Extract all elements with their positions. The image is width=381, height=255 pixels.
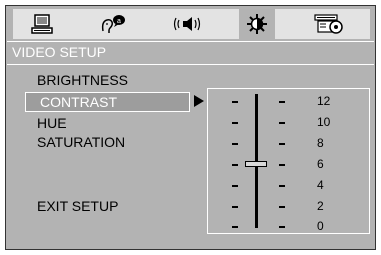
tick-right-0 <box>279 101 285 103</box>
selection-arrow-icon <box>194 95 204 107</box>
tick-left-1 <box>232 122 238 124</box>
tick-right-5 <box>279 206 285 208</box>
tick-left-0 <box>232 101 238 103</box>
tick-label-6: 0 <box>317 219 324 233</box>
tick-right-3 <box>279 164 285 166</box>
tab-monitor[interactable] <box>26 9 58 39</box>
monitor-icon <box>31 14 53 34</box>
tabbar-divider <box>7 41 374 42</box>
tick-label-2: 8 <box>317 136 324 150</box>
preferences-icon <box>314 14 343 34</box>
tick-left-5 <box>232 206 238 208</box>
tick-left-4 <box>232 185 238 187</box>
tick-right-1 <box>279 122 285 124</box>
slider-thumb[interactable] <box>245 160 267 167</box>
title-divider <box>7 64 374 65</box>
tick-right-6 <box>279 226 285 228</box>
video-brightness-icon <box>247 14 267 34</box>
menu-item-exit-setup[interactable]: EXIT SETUP <box>37 198 118 214</box>
tick-label-1: 10 <box>317 115 331 129</box>
menu-item-hue[interactable]: HUE <box>37 115 67 131</box>
language-icon: a <box>101 15 125 33</box>
tick-right-2 <box>279 143 285 145</box>
tab-audio[interactable] <box>170 9 206 39</box>
audio-icon <box>173 17 201 31</box>
tab-video[interactable] <box>239 9 275 39</box>
tab-preferences[interactable] <box>309 9 349 39</box>
contrast-slider-panel: 12 10 8 6 4 2 0 <box>207 88 370 234</box>
tick-label-0: 12 <box>317 94 331 108</box>
tick-label-3: 6 <box>317 157 324 171</box>
svg-text:a: a <box>117 18 121 25</box>
tab-bar: a <box>13 9 370 39</box>
tick-label-5: 2 <box>317 199 324 213</box>
tick-left-6 <box>232 226 238 228</box>
menu-item-contrast-label: CONTRAST <box>40 94 117 110</box>
menu-item-saturation[interactable]: SATURATION <box>37 134 125 150</box>
tab-language[interactable]: a <box>96 9 130 39</box>
tick-label-4: 4 <box>317 178 324 192</box>
tick-right-4 <box>279 185 285 187</box>
tick-left-2 <box>232 143 238 145</box>
menu-item-contrast[interactable]: CONTRAST <box>25 92 190 112</box>
menu-item-brightness[interactable]: BRIGHTNESS <box>37 72 128 88</box>
tick-left-3 <box>232 164 238 166</box>
page-title: VIDEO SETUP <box>12 44 107 60</box>
